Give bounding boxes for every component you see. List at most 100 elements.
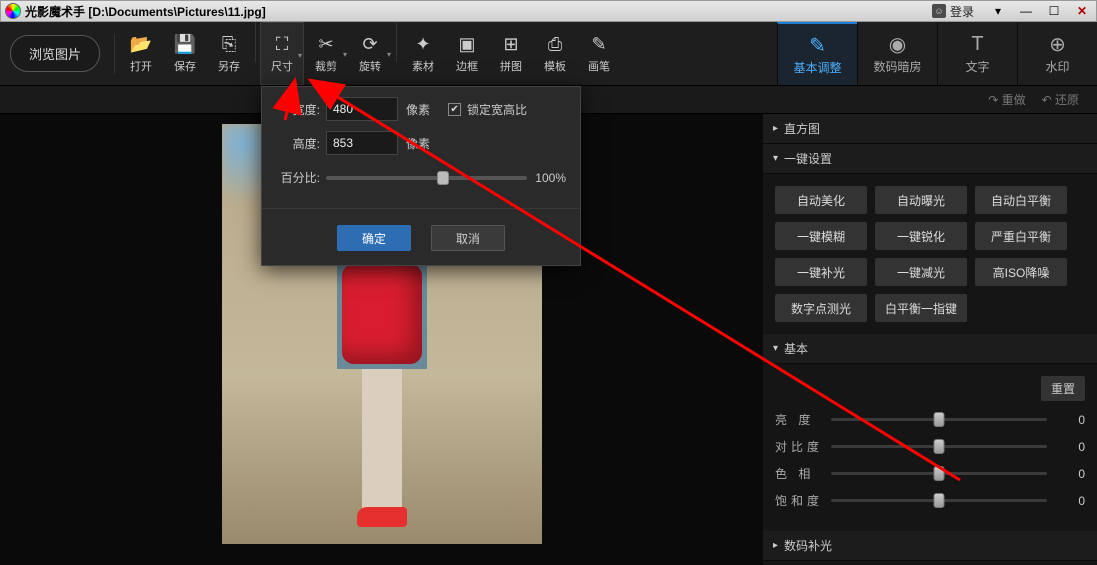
redo-button[interactable]: ↷ 重做 <box>988 91 1025 108</box>
preset-button[interactable]: 数字点测光 <box>775 294 867 322</box>
restore-button[interactable]: ↶ 还原 <box>1042 91 1079 108</box>
tool-画笔[interactable]: ✎ 画笔 <box>577 22 621 85</box>
slider-thumb[interactable] <box>934 466 945 481</box>
preset-button[interactable]: 自动曝光 <box>875 186 967 214</box>
tool-icon: ⊞ <box>503 34 518 56</box>
chevron-right-icon: ▸ <box>773 540 778 551</box>
section-basic[interactable]: ▾ 基本 <box>763 334 1097 364</box>
preset-button[interactable]: 一键减光 <box>875 258 967 286</box>
browse-images-button[interactable]: 浏览图片 <box>10 35 100 72</box>
lock-aspect-checkbox[interactable]: ✔ 锁定宽高比 <box>448 101 527 118</box>
tool-label: 素材 <box>412 58 434 74</box>
tab-数码暗房[interactable]: ◉ 数码暗房 <box>857 22 937 85</box>
slider-thumb[interactable] <box>437 171 449 185</box>
slider-track[interactable] <box>831 472 1047 475</box>
tool-素材[interactable]: ✦ 素材 <box>401 22 445 85</box>
tool-icon: 📂 <box>130 34 152 56</box>
reset-button[interactable]: 重置 <box>1041 376 1085 401</box>
tool-label: 模板 <box>544 58 566 74</box>
tool-另存[interactable]: ⎘ 另存 <box>207 22 251 85</box>
basic-label: 基本 <box>784 340 808 357</box>
tab-基本调整[interactable]: ✎ 基本调整 <box>777 22 857 85</box>
preset-button[interactable]: 一键锐化 <box>875 222 967 250</box>
tool-label: 打开 <box>130 58 152 74</box>
tab-label: 文字 <box>965 58 989 75</box>
slider-thumb[interactable] <box>934 412 945 427</box>
title-bar: 光影魔术手 [D:\Documents\Pictures\11.jpg] ☺ 登… <box>0 0 1097 22</box>
width-unit[interactable]: 像素 <box>406 101 430 118</box>
height-unit[interactable]: 像素 <box>406 135 430 152</box>
maximize-button[interactable]: ☐ <box>1040 2 1068 20</box>
slider-row: 亮 度 0 <box>775 411 1085 428</box>
slider-thumb[interactable] <box>934 439 945 454</box>
slider-label: 色 相 <box>775 465 831 482</box>
tool-label: 尺寸 <box>271 58 293 74</box>
tool-icon: ✦ <box>415 34 430 56</box>
slider-label: 亮 度 <box>775 411 831 428</box>
tool-icon: 💾 <box>174 34 196 56</box>
tool-打开[interactable]: 📂 打开 <box>119 22 163 85</box>
tool-尺寸[interactable]: ⛶ 尺寸▾ <box>260 22 304 85</box>
section-fill-light[interactable]: ▸ 数码补光 <box>763 531 1097 561</box>
chevron-down-icon: ▾ <box>773 343 778 354</box>
slider-track[interactable] <box>831 445 1047 448</box>
tool-模板[interactable]: ⎙ 模板 <box>533 22 577 85</box>
height-label: 高度: <box>276 135 320 152</box>
dropdown-button[interactable]: ▾ <box>984 2 1012 20</box>
slider-thumb[interactable] <box>934 493 945 508</box>
separator <box>114 34 115 74</box>
tool-边框[interactable]: ▣ 边框 <box>445 22 489 85</box>
preset-button[interactable]: 严重白平衡 <box>975 222 1067 250</box>
tool-icon: ▣ <box>459 34 476 56</box>
slider-track[interactable] <box>831 418 1047 421</box>
width-label: 宽度: <box>276 101 320 118</box>
percent-slider[interactable] <box>326 176 527 180</box>
tab-icon: ✎ <box>809 33 826 57</box>
preset-button[interactable]: 一键模糊 <box>775 222 867 250</box>
width-input[interactable] <box>326 97 398 121</box>
tool-icon: ⎘ <box>222 34 236 56</box>
preset-button[interactable]: 自动美化 <box>775 186 867 214</box>
tab-label: 数码暗房 <box>873 58 921 75</box>
height-input[interactable] <box>326 131 398 155</box>
close-button[interactable]: ✕ <box>1068 2 1096 20</box>
tab-icon: T <box>971 32 983 56</box>
login-button[interactable]: ☺ 登录 <box>932 3 974 20</box>
slider-label: 对比度 <box>775 438 831 455</box>
minimize-button[interactable]: — <box>1012 2 1040 20</box>
tool-label: 画笔 <box>588 58 610 74</box>
dropdown-icon: ▾ <box>387 50 391 59</box>
slider-value: 0 <box>1055 467 1085 481</box>
tool-旋转[interactable]: ⟳ 旋转▾ <box>348 22 392 85</box>
tab-水印[interactable]: ⊕ 水印 <box>1017 22 1097 85</box>
tool-拼图[interactable]: ⊞ 拼图 <box>489 22 533 85</box>
percent-label: 百分比: <box>276 169 320 186</box>
section-histogram[interactable]: ▸ 直方图 <box>763 114 1097 144</box>
tool-裁剪[interactable]: ✂ 裁剪▾ <box>304 22 348 85</box>
tab-label: 水印 <box>1045 58 1069 75</box>
section-presets[interactable]: ▾ 一键设置 <box>763 144 1097 174</box>
tool-label: 拼图 <box>500 58 522 74</box>
presets-label: 一键设置 <box>784 150 832 167</box>
checkbox-checked-icon: ✔ <box>448 103 461 116</box>
window-title: 光影魔术手 [D:\Documents\Pictures\11.jpg] <box>25 3 932 20</box>
slider-row: 对比度 0 <box>775 438 1085 455</box>
tab-文字[interactable]: T 文字 <box>937 22 1017 85</box>
resize-dialog: 宽度: 像素 ✔ 锁定宽高比 高度: 像素 百分比: 100% 确定 取消 <box>261 86 581 266</box>
tab-icon: ⊕ <box>1049 32 1066 56</box>
preset-button[interactable]: 白平衡一指键 <box>875 294 967 322</box>
cancel-button[interactable]: 取消 <box>431 225 505 251</box>
lock-label: 锁定宽高比 <box>467 101 527 118</box>
tab-icon: ◉ <box>889 32 906 56</box>
login-label: 登录 <box>950 3 974 20</box>
tool-icon: ⛶ <box>276 34 289 56</box>
ok-button[interactable]: 确定 <box>337 225 411 251</box>
right-panel: ▸ 直方图 ▾ 一键设置 自动美化自动曝光自动白平衡一键模糊一键锐化严重白平衡一… <box>763 114 1097 565</box>
preset-button[interactable]: 一键补光 <box>775 258 867 286</box>
preset-button[interactable]: 高ISO降噪 <box>975 258 1067 286</box>
presets-body: 自动美化自动曝光自动白平衡一键模糊一键锐化严重白平衡一键补光一键减光高ISO降噪… <box>763 174 1097 334</box>
slider-value: 0 <box>1055 440 1085 454</box>
tool-保存[interactable]: 💾 保存 <box>163 22 207 85</box>
preset-button[interactable]: 自动白平衡 <box>975 186 1067 214</box>
slider-track[interactable] <box>831 499 1047 502</box>
